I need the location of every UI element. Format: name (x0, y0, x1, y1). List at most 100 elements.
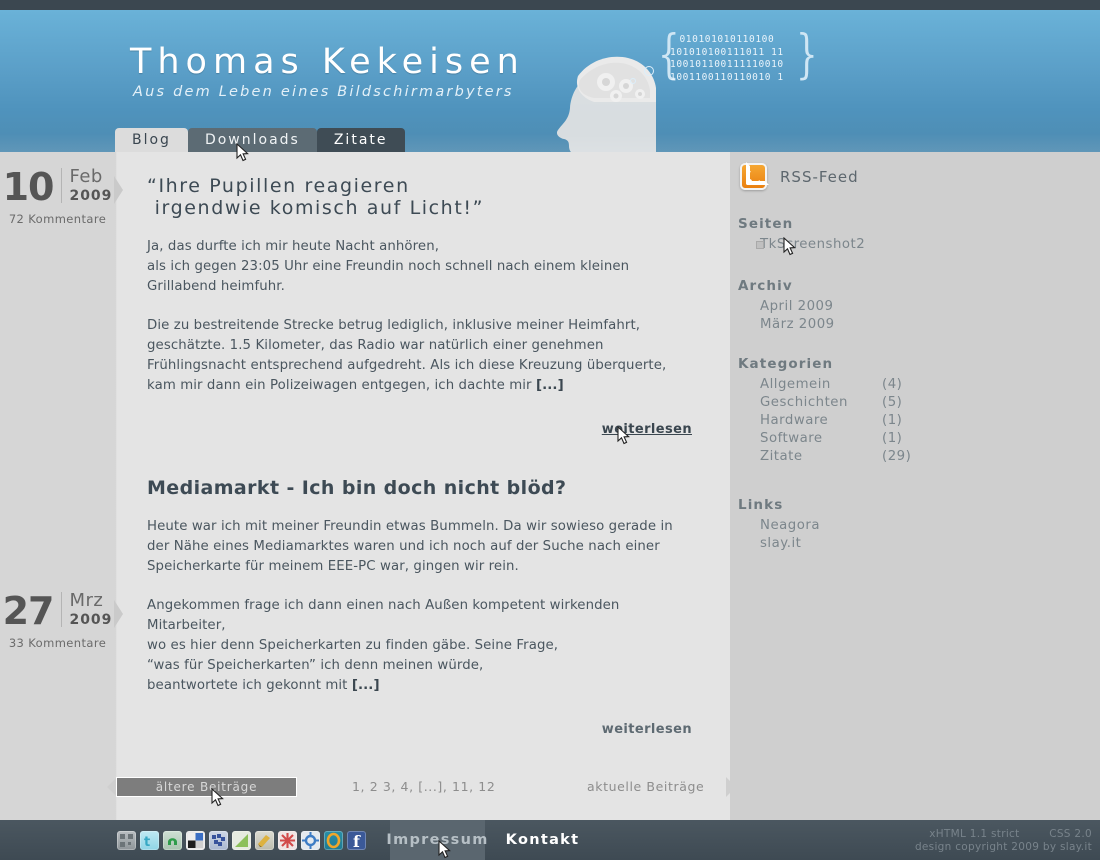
sidebar-section-links: Links Neagora slay.it (738, 497, 1088, 552)
post-body-1: Ja, das durfte ich mir heute Nacht anhör… (147, 237, 692, 396)
older-posts-button[interactable]: ältere Beiträge (116, 777, 297, 797)
post-title-1[interactable]: “Ihre Pupillen reagieren irgendwie komis… (147, 175, 692, 219)
readmore-row-1: weiterlesen (147, 418, 692, 437)
rss-arc-outer (746, 166, 764, 185)
post-paragraph: Ja, das durfte ich mir heute Nacht anhör… (147, 239, 630, 294)
stumbleupon-icon[interactable] (163, 831, 182, 850)
rss-arc-inner (746, 173, 757, 185)
cursor-pointer-sidebar (783, 237, 796, 257)
brace-right-icon: } (796, 24, 818, 87)
sidebar-item-neagora[interactable]: Neagora (738, 518, 1088, 534)
tab-downloads[interactable]: Downloads (187, 128, 317, 152)
misterwong-icon[interactable] (209, 831, 228, 850)
post-more-marker: [...] (351, 678, 380, 693)
post-day-1: 10 (2, 165, 55, 209)
digg-icon[interactable] (301, 831, 320, 850)
sidebar-item-label: April 2009 (760, 299, 834, 314)
rss-icon[interactable] (740, 163, 767, 190)
sidebar-heading-categories: Kategorien (738, 356, 834, 372)
post-article-2: Mediamarkt - Ich bin doch nicht blöd? He… (147, 477, 692, 737)
sidebar-item-count: (1) (882, 431, 903, 446)
svg-text:f: f (353, 832, 361, 850)
sidebar-item-april-2009[interactable]: April 2009 (738, 299, 1088, 315)
footer-credit-standards: xHTML 1.1 strict CSS 2.0 (903, 828, 1092, 841)
sidebar-item-count: (1) (882, 413, 903, 428)
sidebar-section-categories: Kategorien Allgemein (4) Geschichten (5)… (738, 356, 1088, 465)
tab-zitate[interactable]: Zitate (316, 128, 405, 152)
sidebar-item-geschichten[interactable]: Geschichten (5) (738, 395, 1088, 411)
readmore-row-2: weiterlesen (147, 718, 692, 737)
credit-xhtml[interactable]: xHTML 1.1 strict (929, 828, 1019, 840)
sidebar-item-software[interactable]: Software (1) (738, 431, 1088, 447)
post-more-marker: [...] (535, 378, 564, 393)
pagination: ältere Beiträge 1, 2 3, 4, [...], 11, 12… (107, 777, 736, 797)
cursor-pointer-footer (438, 840, 451, 860)
sidebar-item-count: (5) (882, 395, 903, 410)
rss-feed-label[interactable]: RSS-Feed (780, 168, 859, 186)
footer-link-kontakt[interactable]: Kontakt (500, 820, 585, 860)
sidebar-item-slayit[interactable]: slay.it (738, 536, 1088, 552)
brain-graphic: { } 010101010110100 101010100111011 11 1… (548, 24, 848, 152)
sidebar-item-label: Neagora (760, 518, 820, 533)
sidebar-item-label: Zitate (760, 449, 803, 464)
date-pointer-2 (114, 600, 123, 628)
top-strip (0, 0, 1100, 10)
sidebar-item-label: Geschichten (760, 395, 848, 410)
post-year-1: 2009 (69, 188, 113, 204)
sidebar-item-label: slay.it (760, 536, 802, 551)
cursor-pointer-readmore (617, 426, 630, 446)
page-root: Thomas Kekeisen Aus dem Leben eines Bild… (0, 0, 1100, 860)
sidebar-item-hardware[interactable]: Hardware (1) (738, 413, 1088, 429)
technorati-icon[interactable] (278, 831, 297, 850)
sidebar-item-label: TkScreenshot2 (760, 237, 866, 252)
main-navigation: Blog Downloads Zitate (115, 128, 405, 152)
thought-dot-small (630, 78, 636, 84)
qr-bookmark-icon[interactable] (117, 831, 136, 850)
post-date-2: 27 Mrz 2009 33 Kommentare (0, 589, 123, 650)
post-comments-2[interactable]: 33 Kommentare (0, 636, 115, 650)
cursor-pointer-tabs (236, 143, 249, 163)
post-month-2: Mrz (69, 590, 104, 611)
facebook-icon[interactable]: f (347, 831, 366, 850)
sidebar-item-zitate[interactable]: Zitate (29) (738, 449, 1088, 465)
pagination-right-arrow-icon (726, 777, 736, 797)
sidebar-item-allgemein[interactable]: Allgemein (4) (738, 377, 1088, 393)
credit-css[interactable]: CSS 2.0 (1049, 828, 1092, 840)
sidebar-heading-pages: Seiten (738, 216, 794, 232)
post-year-2: 2009 (69, 612, 113, 628)
post-comments-1[interactable]: 72 Kommentare (0, 212, 115, 226)
rss-feed-row[interactable]: RSS-Feed (740, 163, 859, 190)
sidebar-item-label: März 2009 (760, 317, 835, 332)
sidebar-item-maerz-2009[interactable]: März 2009 (738, 317, 1088, 333)
sidebar-item-label: Software (760, 431, 823, 446)
post-day-2: 27 (2, 589, 55, 633)
social-bookmarks: t f (117, 831, 366, 850)
sidebar-section-archive: Archiv April 2009 März 2009 (738, 278, 1088, 333)
page-bullet-icon (756, 241, 764, 249)
post-paragraph: Angekommen frage ich dann einen nach Auß… (147, 598, 620, 693)
delicious-icon[interactable] (186, 831, 205, 850)
post-paragraph: Die zu bestreitende Strecke betrug ledig… (147, 318, 667, 393)
yigg-icon[interactable] (232, 831, 251, 850)
webnews-icon[interactable] (324, 831, 343, 850)
svg-text:t: t (144, 835, 150, 850)
post-article-1: “Ihre Pupillen reagieren irgendwie komis… (147, 175, 692, 437)
sidebar-item-label: Allgemein (760, 377, 831, 392)
tab-blog[interactable]: Blog (115, 128, 188, 152)
date-pointer-1 (114, 176, 123, 204)
readmore-link-1[interactable]: weiterlesen (602, 422, 692, 437)
pagination-numbers[interactable]: 1, 2 3, 4, [...], 11, 12 (352, 779, 495, 794)
sidebar-item-count: (4) (882, 377, 903, 392)
site-subtitle: Aus dem Leben eines Bildschirmarbyters (133, 84, 514, 100)
footer-credit-design: design copyright 2009 by slay.it (914, 841, 1092, 853)
sidebar-item-label: Hardware (760, 413, 829, 428)
newer-posts-button[interactable]: aktuelle Beiträge (587, 779, 704, 794)
post-body-2: Heute war ich mit meiner Freundin etwas … (147, 517, 692, 696)
linkarena-icon[interactable] (255, 831, 274, 850)
sidebar-heading-links: Links (738, 497, 784, 513)
post-title-2[interactable]: Mediamarkt - Ich bin doch nicht blöd? (147, 477, 692, 499)
post-month-1: Feb (69, 166, 103, 187)
readmore-link-2[interactable]: weiterlesen (602, 722, 692, 737)
site-title: Thomas Kekeisen (130, 42, 525, 82)
twitter-icon[interactable]: t (140, 831, 159, 850)
